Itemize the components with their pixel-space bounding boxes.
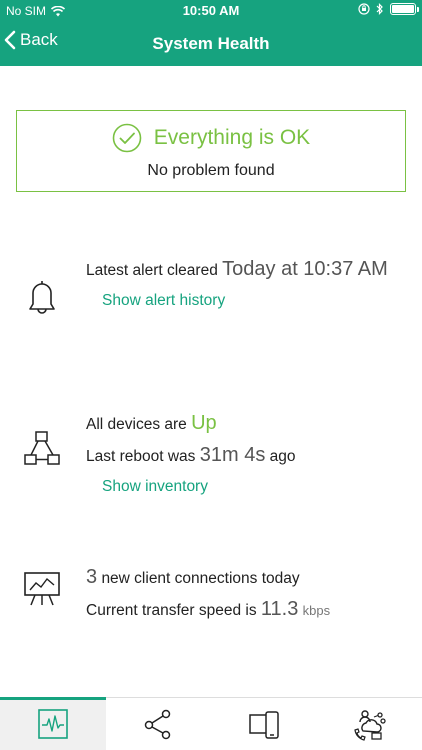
transfer-speed-value: 11.3 [260,598,299,620]
reboot-line: Last reboot was 31m 4s ago [86,440,406,472]
status-right [358,3,419,15]
alert-prefix: Latest alert cleared [86,262,218,279]
devices-text: All devices are Up Last reboot was 31m 4… [86,408,406,502]
clients-icon [354,710,386,741]
presentation-chart-icon [24,572,60,606]
bell-icon [29,281,55,314]
tab-network[interactable] [106,698,212,750]
health-status-subtitle: No problem found [147,162,275,179]
alert-time: Today at 10:37 AM [222,258,388,280]
clients-section: 3 new client connections today Current t… [0,562,422,626]
health-pulse-icon [37,709,68,739]
transfer-speed-line: Current transfer speed is 11.3 kbps [86,594,406,626]
network-topology-icon [24,431,60,465]
transfer-speed-prefix: Current transfer speed is [86,602,257,619]
show-inventory-link[interactable]: Show inventory [86,472,406,502]
rotation-lock-icon [358,3,370,15]
app-header: No SIM 10:50 AM Back System Health [0,0,422,66]
tab-bar [0,697,422,750]
nav-bar: Back System Health [0,22,422,66]
tab-devices[interactable] [211,698,317,750]
devices-icon [249,711,279,739]
devices-prefix: All devices are [86,416,187,433]
status-bar: No SIM 10:50 AM [0,0,422,22]
alert-status-line: Latest alert cleared Today at 10:37 AM [86,254,406,286]
tab-clients[interactable] [317,698,422,750]
health-status-line: Everything is OK [17,123,405,153]
tab-health[interactable] [0,697,106,750]
share-network-icon [145,709,171,740]
bluetooth-icon [376,3,383,15]
health-status-title: Everything is OK [153,126,311,149]
transfer-speed-unit: kbps [302,603,331,618]
show-alert-history-link[interactable]: Show alert history [86,286,406,316]
reboot-duration: 31m 4s [199,444,266,466]
check-circle-icon [112,123,142,153]
alerts-text: Latest alert cleared Today at 10:37 AM S… [86,254,406,316]
reboot-suffix: ago [269,448,296,465]
clients-text: 3 new client connections today Current t… [86,562,406,626]
battery-icon [390,3,419,15]
battery-level [392,5,414,13]
devices-status-line: All devices are Up [86,408,406,440]
page-title: System Health [152,34,270,53]
devices-section: All devices are Up Last reboot was 31m 4… [0,408,422,498]
client-count: 3 [86,566,98,588]
reboot-prefix: Last reboot was [86,448,196,465]
devices-state: Up [191,412,217,434]
client-count-label: new client connections today [101,570,300,587]
health-status-box: Everything is OK No problem found [16,110,406,192]
client-connections-line: 3 new client connections today [86,562,406,594]
alerts-section: Latest alert cleared Today at 10:37 AM S… [0,254,422,344]
